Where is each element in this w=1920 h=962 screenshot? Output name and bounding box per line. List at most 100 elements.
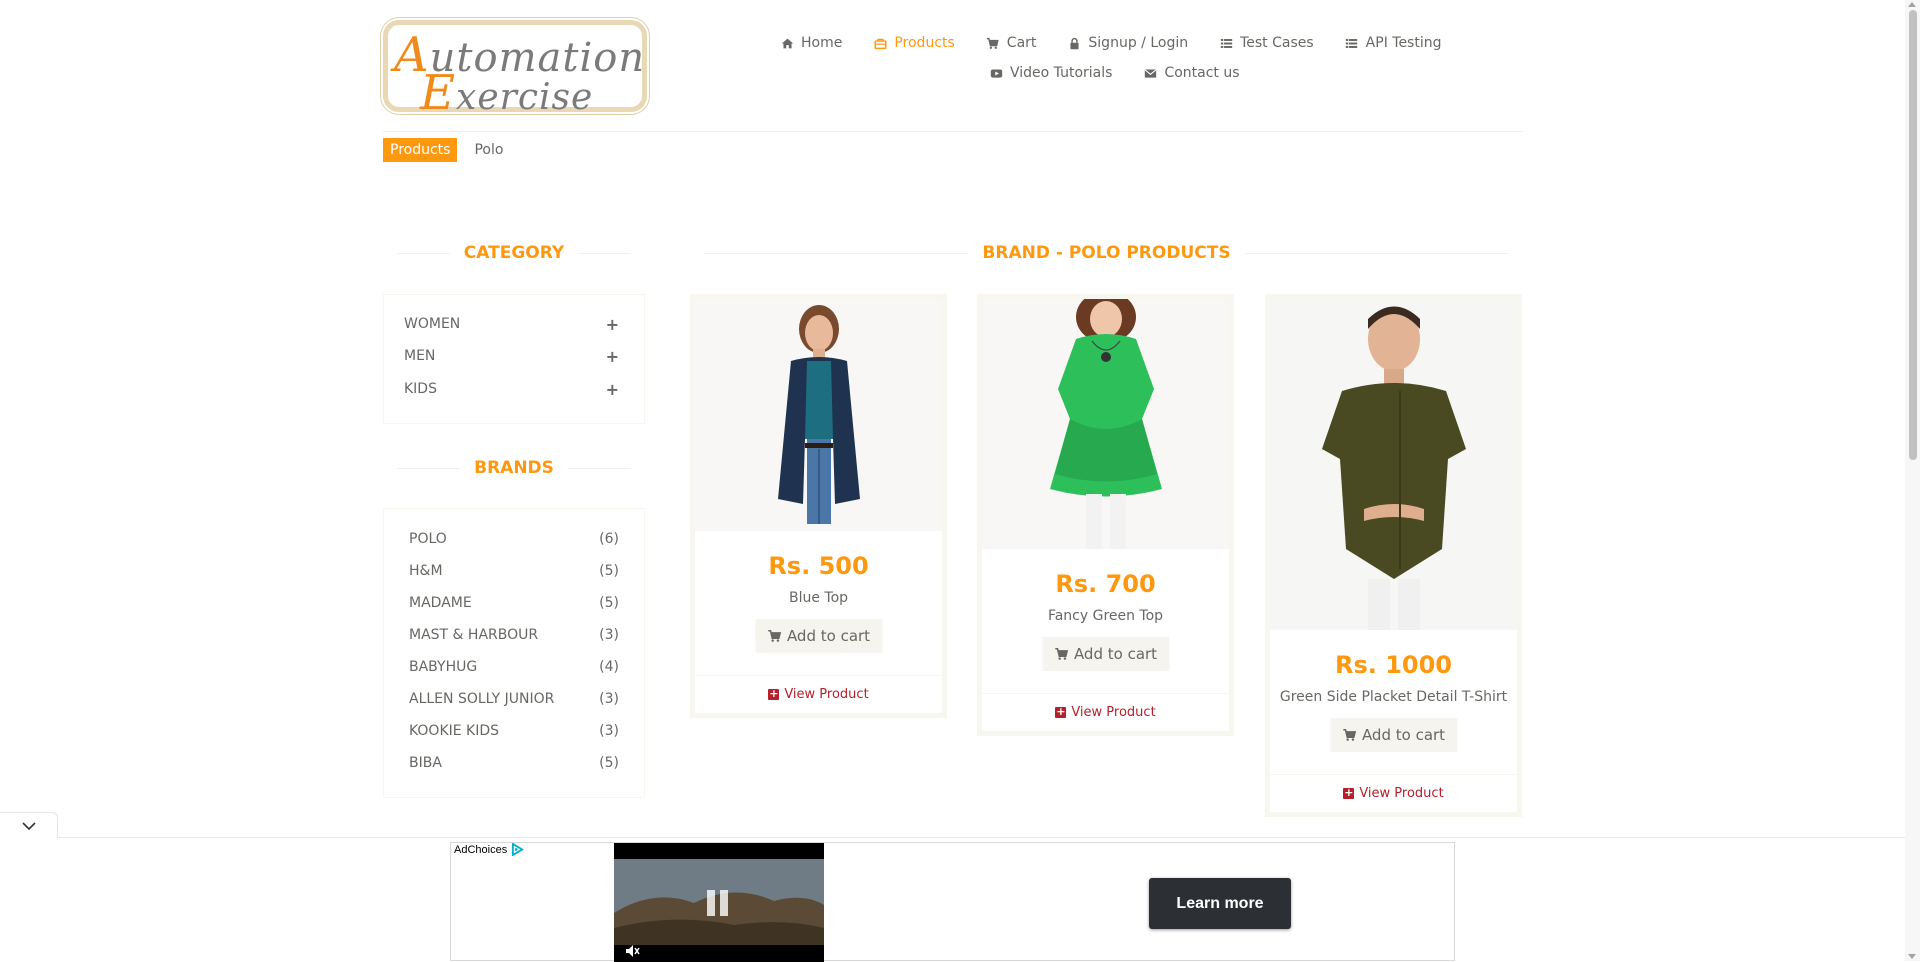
logo-cap-e: E: [420, 65, 457, 121]
nav-signup-login-label: Signup / Login: [1088, 35, 1189, 51]
brand-label: BIBA: [409, 755, 442, 771]
products-title: Brand - Polo Products: [690, 240, 1523, 266]
plus-icon[interactable]: +: [606, 347, 619, 366]
brand-label: KOOKIE KIDS: [409, 723, 500, 739]
product-image: [982, 299, 1229, 549]
nav-products[interactable]: Products: [873, 35, 955, 51]
category-label: WOMEN: [404, 316, 461, 332]
product-photo-fancy-green-top: [982, 299, 1229, 549]
envelope-icon: [1143, 66, 1157, 80]
category-label: KIDS: [404, 381, 437, 397]
nav-contact-us[interactable]: Contact us: [1143, 65, 1240, 81]
brand-item[interactable]: BIBA (5): [409, 753, 619, 773]
logo-line-2: Exercise: [420, 65, 593, 121]
chevron-down-icon: [21, 821, 36, 830]
add-to-cart-label: Add to cart: [1361, 726, 1446, 744]
category-men[interactable]: MEN +: [404, 346, 619, 366]
site-logo[interactable]: Automation Exercise: [383, 20, 647, 121]
brand-item[interactable]: H&M (5): [409, 561, 619, 581]
ad-video[interactable]: [614, 843, 824, 962]
cart-icon: [1342, 728, 1356, 741]
shopping-bag-icon: [873, 36, 887, 50]
youtube-icon: [989, 66, 1003, 80]
mute-icon[interactable]: [624, 943, 640, 959]
add-to-cart-button[interactable]: Add to cart: [1329, 718, 1458, 752]
brand-count: (5): [599, 563, 619, 579]
category-women[interactable]: WOMEN +: [404, 314, 619, 334]
brand-item[interactable]: MAST & HARBOUR (3): [409, 625, 619, 645]
nav-home-label: Home: [801, 35, 843, 51]
nav-home[interactable]: Home: [780, 35, 842, 51]
breadcrumb-products[interactable]: Products: [383, 138, 458, 162]
scrollbar-thumb[interactable]: [1909, 10, 1917, 460]
nav-row-2: Video Tutorials Contact us: [780, 58, 1420, 88]
product-photo-green-tshirt: [1270, 299, 1517, 630]
ad-video-frame: [614, 843, 824, 962]
view-product-label: View Product: [1071, 705, 1156, 720]
page-scrollbar[interactable]: [1905, 0, 1920, 961]
view-product-link[interactable]: + View Product: [695, 675, 942, 713]
brand-label: MADAME: [409, 595, 472, 611]
brand-item[interactable]: ALLEN SOLLY JUNIOR (3): [409, 689, 619, 709]
product-card: Rs. 1000 Green Side Placket Detail T-Shi…: [1265, 294, 1522, 817]
breadcrumb-current: Polo: [474, 142, 504, 158]
nav-products-label: Products: [894, 35, 955, 51]
category-kids[interactable]: KIDS +: [404, 379, 619, 399]
brand-count: (3): [599, 627, 619, 643]
add-to-cart-button[interactable]: Add to cart: [754, 619, 883, 653]
product-price: Rs. 1000: [1334, 651, 1453, 679]
plus-icon[interactable]: +: [606, 315, 619, 334]
home-icon: [780, 36, 794, 50]
products-title-text: Brand - Polo Products: [982, 243, 1231, 263]
category-title-text: Category: [463, 243, 565, 263]
scroll-down-arrow[interactable]: [1908, 954, 1916, 959]
nav-test-cases-label: Test Cases: [1240, 35, 1314, 51]
product-name: Blue Top: [788, 590, 849, 606]
view-product-link[interactable]: + View Product: [982, 693, 1229, 731]
add-to-cart-label: Add to cart: [786, 627, 871, 645]
adchoices-link[interactable]: AdChoices: [454, 843, 525, 856]
nav-cart[interactable]: Cart: [986, 35, 1037, 51]
brand-item[interactable]: BABYHUG (4): [409, 657, 619, 677]
ad-frame: AdChoices Learn more: [450, 842, 1455, 962]
brands-title: Brands: [383, 455, 645, 481]
product-photo-blue-top: [695, 299, 942, 531]
product-card: Rs. 500 Blue Top Add to cart + View Prod…: [690, 294, 947, 718]
brand-count: (5): [599, 755, 619, 771]
breadcrumb: Products Polo: [383, 138, 503, 162]
ad-collapse-toggle[interactable]: [0, 812, 58, 838]
add-to-cart-button[interactable]: Add to cart: [1041, 637, 1170, 671]
cart-icon: [986, 36, 1000, 50]
product-price: Rs. 700: [1055, 570, 1156, 598]
nav-contact-us-label: Contact us: [1164, 65, 1240, 81]
adchoices-label: AdChoices: [454, 843, 508, 856]
learn-more-button[interactable]: Learn more: [1149, 878, 1291, 929]
add-to-cart-label: Add to cart: [1073, 645, 1158, 663]
product-name: Fancy Green Top: [1047, 608, 1164, 624]
nav-api-testing[interactable]: API Testing: [1345, 35, 1442, 51]
scroll-up-arrow[interactable]: [1908, 2, 1916, 7]
brands-title-text: Brands: [474, 458, 554, 478]
view-product-link[interactable]: + View Product: [1270, 774, 1517, 812]
brand-item[interactable]: POLO (6): [409, 529, 619, 549]
plus-icon[interactable]: +: [606, 380, 619, 399]
nav-video-tutorials[interactable]: Video Tutorials: [989, 65, 1112, 81]
view-product-label: View Product: [784, 687, 869, 702]
header-divider: [383, 131, 1523, 132]
brand-count: (5): [599, 595, 619, 611]
nav-test-cases[interactable]: Test Cases: [1219, 35, 1314, 51]
nav-api-testing-label: API Testing: [1365, 35, 1442, 51]
pause-icon-bar-1: [707, 890, 715, 916]
brand-item[interactable]: KOOKIE KIDS (3): [409, 721, 619, 741]
pause-icon-bar-2: [720, 890, 728, 916]
brand-item[interactable]: MADAME (5): [409, 593, 619, 613]
brand-count: (3): [599, 723, 619, 739]
nav-cart-label: Cart: [1006, 35, 1037, 51]
list-icon: [1219, 36, 1233, 50]
adchoices-icon: [512, 843, 525, 856]
nav-signup-login[interactable]: Signup / Login: [1067, 35, 1188, 51]
product-image: [695, 299, 942, 531]
category-panel: WOMEN + MEN + KIDS +: [383, 294, 645, 424]
product-price: Rs. 500: [768, 552, 869, 580]
nav-row-1: Home Products Cart Signup / Login Test C…: [780, 28, 1442, 58]
